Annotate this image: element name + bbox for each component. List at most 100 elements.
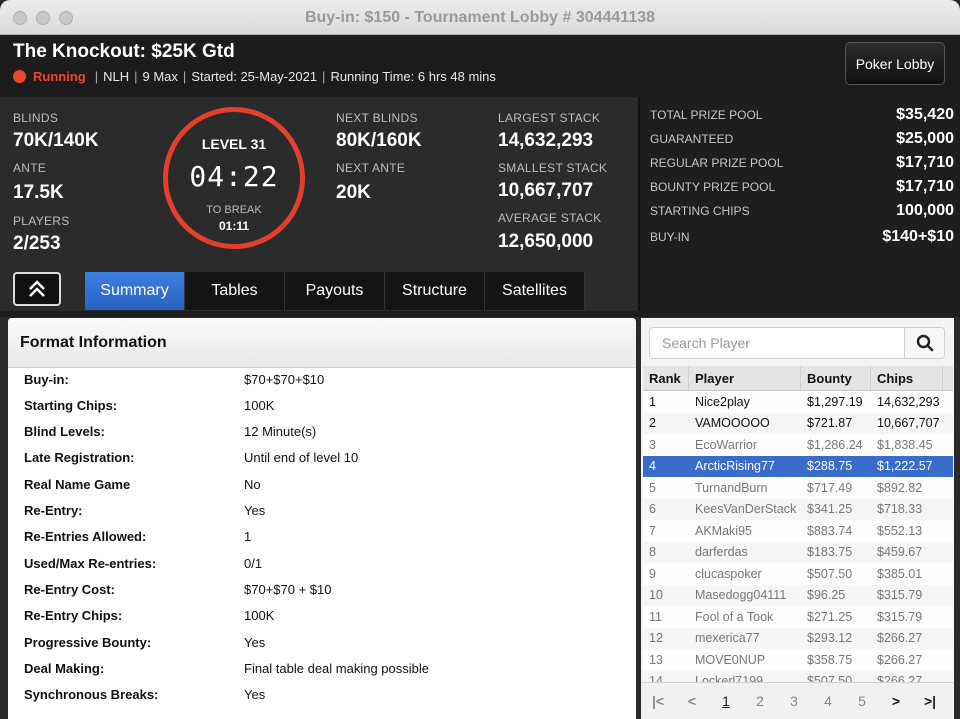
status-text: Running: [33, 69, 86, 84]
prize-label: BUY-IN: [650, 230, 690, 244]
lobby-tabs: Summary Tables Payouts Structure Satelli…: [85, 272, 585, 310]
players-table: Rank Player Bounty Chips 1 Nice2play $1,29…: [643, 366, 953, 686]
prize-label: REGULAR PRIZE POOL: [650, 156, 784, 170]
tab-tables[interactable]: Tables: [185, 272, 285, 310]
page-link[interactable]: 4: [811, 693, 845, 709]
column-header-chips[interactable]: Chips: [871, 366, 943, 390]
tab-payouts[interactable]: Payouts: [285, 272, 385, 310]
search-player-input[interactable]: [650, 328, 904, 358]
prize-value: $25,000: [896, 130, 954, 147]
table-row[interactable]: 11 Fool of a Took $271.25 $315.79: [643, 606, 953, 628]
prize-row: GUARANTEED $25,000: [650, 127, 954, 151]
next-ante-value: 20K: [336, 182, 371, 203]
player-rank: 8: [649, 545, 656, 560]
prize-row: BOUNTY PRIZE POOL $17,710: [650, 175, 954, 199]
to-break-label: TO BREAK: [206, 204, 262, 216]
format-row: Re-Entry Chips: 100K: [24, 605, 626, 627]
player-bounty: $721.87: [807, 416, 853, 431]
format-label: Blind Levels:: [24, 424, 105, 440]
player-rank: 4: [649, 459, 656, 474]
table-row[interactable]: 3 EcoWarrior $1,286.24 $1,838.45: [643, 434, 953, 456]
next-blinds-value: 80K/160K: [336, 130, 422, 151]
player-chips: $718.33: [877, 502, 923, 517]
tab-structure[interactable]: Structure: [385, 272, 485, 310]
format-value: Final table deal making possible: [244, 660, 429, 676]
tab-summary[interactable]: Summary: [85, 272, 185, 310]
format-value: 100K: [244, 397, 275, 413]
largest-stack-value: 14,632,293: [498, 130, 594, 151]
player-bounty: $358.75: [807, 652, 853, 667]
table-row[interactable]: 13 MOVE0NUP $358.75 $266.27: [643, 649, 953, 671]
blinds-value: 70K/140K: [13, 130, 99, 151]
player-rank: 2: [649, 416, 656, 431]
table-row[interactable]: 5 TurnandBurn $717.49 $892.82: [643, 477, 953, 499]
search-button[interactable]: [904, 328, 944, 358]
format-label: Re-Entries Allowed:: [24, 529, 147, 545]
level-label: LEVEL 31: [201, 136, 267, 152]
tab-satellites[interactable]: Satellites: [485, 272, 585, 310]
level-timer: 04:22: [189, 160, 279, 193]
page-link[interactable]: 5: [845, 693, 879, 709]
column-header-bounty[interactable]: Bounty: [801, 366, 871, 390]
prize-label: BOUNTY PRIZE POOL: [650, 180, 776, 194]
player-bounty: $717.49: [807, 480, 853, 495]
player-bounty: $507.50: [807, 566, 853, 581]
player-name: AKMaki95: [695, 523, 752, 538]
player-chips: $385.01: [877, 566, 923, 581]
format-value: 1: [244, 529, 252, 545]
page-link[interactable]: 3: [777, 693, 811, 709]
format-row: Deal Making: Final table deal making poss…: [24, 657, 626, 679]
average-stack-value: 12,650,000: [498, 231, 594, 252]
player-name: Fool of a Took: [695, 609, 774, 624]
poker-lobby-button[interactable]: Poker Lobby: [845, 42, 945, 85]
player-bounty: $1,297.19: [807, 394, 863, 409]
search-icon: [916, 334, 933, 352]
section-divider: [0, 311, 960, 317]
prize-label: TOTAL PRIZE POOL: [650, 108, 763, 122]
prize-value: $17,710: [896, 178, 954, 195]
format-row: Synchronous Breaks: Yes: [24, 684, 626, 706]
player-rank: 6: [649, 502, 656, 517]
players-table-header: Rank Player Bounty Chips: [643, 366, 953, 391]
format-label: Re-Entry Chips:: [24, 608, 123, 624]
prize-value: $35,420: [896, 106, 954, 123]
window-title: Buy-in: $150 - Tournament Lobby # 304441…: [304, 9, 656, 26]
largest-stack-label: LARGEST STACK: [498, 111, 601, 125]
last-page-icon[interactable]: >|: [913, 693, 947, 709]
format-row: Blind Levels: 12 Minute(s): [24, 421, 626, 443]
players-label: PLAYERS: [13, 214, 70, 228]
player-name: darferdas: [695, 545, 748, 560]
table-row[interactable]: 10 Masedogg04111 $96.25 $315.79: [643, 584, 953, 606]
player-bounty: $341.25: [807, 502, 853, 517]
players-value: 2/253: [13, 233, 61, 254]
table-row[interactable]: 12 mexerica77 $293.12 $266.27: [643, 627, 953, 649]
player-rank: 7: [649, 523, 656, 538]
chevron-double-up-icon: [29, 280, 45, 297]
table-row[interactable]: 7 AKMaki95 $883.74 $552.13: [643, 520, 953, 542]
pagination: |< < 1 2 3 4 5 > >|: [641, 682, 954, 719]
running-time: Running Time: 6 hrs 48 mins: [330, 69, 496, 84]
player-bounty: $271.25: [807, 609, 853, 624]
collapse-button[interactable]: [13, 272, 61, 306]
players-panel: Rank Player Bounty Chips 1 Nice2play $1,29…: [641, 318, 954, 719]
first-page-icon[interactable]: |<: [641, 693, 675, 709]
player-chips: $315.79: [877, 609, 923, 624]
column-header-rank[interactable]: Rank: [643, 366, 689, 390]
table-row[interactable]: 8 darferdas $183.75 $459.67: [643, 541, 953, 563]
prev-page-icon[interactable]: <: [675, 693, 709, 709]
column-header-player[interactable]: Player: [689, 366, 801, 390]
player-name: VAMOOOOO: [695, 416, 770, 431]
player-rank: 1: [649, 394, 656, 409]
player-name: Nice2play: [695, 394, 750, 409]
next-page-icon[interactable]: >: [879, 693, 913, 709]
table-row[interactable]: 6 KeesVanDerStack $341.25 $718.33: [643, 498, 953, 520]
blinds-label: BLINDS: [13, 111, 59, 125]
table-row[interactable]: 9 clucaspoker $507.50 $385.01: [643, 563, 953, 585]
table-row[interactable]: 4 ArcticRising77 $288.75 $1,222.57: [643, 455, 953, 477]
page-link[interactable]: 1: [709, 693, 743, 709]
prize-row: REGULAR PRIZE POOL $17,710: [650, 151, 954, 175]
format-row: Buy-in: $70+$70+$10: [24, 368, 626, 390]
table-row[interactable]: 1 Nice2play $1,297.19 14,632,293: [643, 391, 953, 413]
page-link[interactable]: 2: [743, 693, 777, 709]
table-row[interactable]: 2 VAMOOOOO $721.87 10,667,707: [643, 412, 953, 434]
